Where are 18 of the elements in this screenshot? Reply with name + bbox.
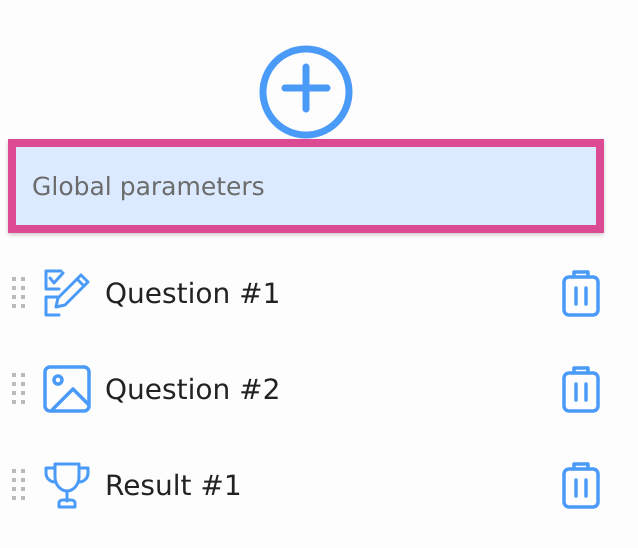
delete-button[interactable] — [562, 269, 600, 317]
drag-handle-icon[interactable] — [12, 469, 26, 501]
trash-icon — [562, 365, 600, 413]
drag-handle-icon[interactable] — [12, 373, 26, 405]
checklist-pencil-icon — [43, 269, 91, 317]
global-parameters-item[interactable]: Global parameters — [8, 139, 604, 233]
drag-handle-icon[interactable] — [12, 277, 26, 309]
item-title[interactable]: Question #2 — [105, 372, 562, 406]
image-icon — [43, 365, 91, 413]
item-title[interactable]: Result #1 — [105, 468, 562, 502]
delete-button[interactable] — [562, 461, 600, 509]
delete-button[interactable] — [562, 365, 600, 413]
item-title[interactable]: Question #1 — [105, 276, 562, 310]
trophy-icon — [43, 461, 91, 509]
trash-icon — [562, 269, 600, 317]
add-button[interactable] — [259, 45, 353, 139]
trash-icon — [562, 461, 600, 509]
plus-circle-icon — [259, 45, 353, 139]
